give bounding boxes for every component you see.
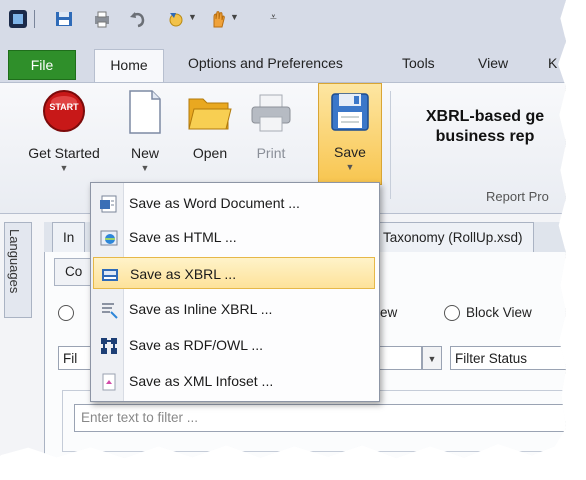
print-icon[interactable] — [92, 9, 112, 29]
subtab-concepts[interactable]: Co — [54, 258, 94, 286]
tab-tools[interactable]: Tools — [394, 48, 443, 78]
refresh-icon[interactable] — [166, 9, 186, 29]
app-icon[interactable] — [8, 9, 28, 29]
save-label: Save — [334, 144, 366, 160]
menu-item-save-as-xbrl[interactable]: Save as XBRL ... — [93, 257, 375, 289]
toolbar-divider — [34, 10, 35, 28]
new-document-icon — [129, 90, 161, 134]
ribbon-group-divider — [390, 91, 391, 199]
get-started-button[interactable]: START Get Started ▼ — [14, 85, 114, 185]
save-button[interactable]: Save ▼ — [318, 83, 382, 185]
doc-tab-info[interactable]: In — [52, 222, 86, 253]
start-badge: START — [49, 102, 79, 112]
block-view-radio[interactable] — [444, 305, 460, 321]
menu-item-label: Save as Word Document ... — [129, 195, 300, 211]
tab-home[interactable]: Home — [94, 49, 164, 82]
new-button[interactable]: New ▼ — [122, 85, 168, 185]
hand-icon[interactable] — [208, 9, 228, 29]
menu-item-save-as-rdf-owl[interactable]: Save as RDF/OWL ... — [93, 329, 375, 361]
print-label: Print — [256, 145, 286, 161]
ribbon-group-label: Report Pro — [486, 189, 549, 204]
xml-infoset-icon — [99, 371, 119, 391]
word-doc-icon — [99, 193, 119, 213]
floppy-disk-icon — [331, 93, 369, 131]
menu-item-label: Save as XBRL ... — [130, 266, 237, 282]
new-label: New — [130, 145, 159, 161]
chevron-down-icon: ▼ — [59, 163, 69, 173]
menu-item-save-as-xml-infoset[interactable]: Save as XML Infoset ... — [93, 365, 375, 397]
tab-view[interactable]: View — [470, 48, 516, 78]
menu-item-label: Save as Inline XBRL ... — [129, 301, 273, 317]
html-icon — [99, 227, 119, 247]
ribbon-heading-line-1: XBRL-based ge — [425, 108, 545, 125]
languages-label: Languages — [7, 229, 22, 294]
tab-truncated[interactable]: K — [540, 48, 565, 78]
chevron-down-icon: ▼ — [345, 162, 355, 172]
quick-access-toolbar: ▼ ▼ ⩡ — [0, 0, 566, 38]
menu-item-save-as-inline-xbrl[interactable]: Save as Inline XBRL ... — [93, 293, 375, 325]
menu-item-save-as-html[interactable]: Save as HTML ... — [93, 221, 375, 253]
customize-icon[interactable]: ⩡ — [270, 10, 277, 25]
menu-item-label: Save as RDF/OWL ... — [129, 337, 264, 353]
menu-item-label: Save as XML Infoset ... — [129, 373, 274, 389]
xbrl-icon — [100, 264, 120, 284]
printer-icon — [251, 94, 291, 132]
ribbon-tab-row: File Home Options and Preferences Tools … — [0, 38, 566, 82]
undo-icon[interactable] — [128, 9, 148, 29]
open-label: Open — [192, 145, 228, 161]
folder-icon — [188, 98, 232, 130]
menu-item-label: Save as HTML ... — [129, 229, 237, 245]
save-dropdown-menu: Save as Word Document ... Save as HTML .… — [90, 182, 380, 402]
menu-item-save-as-word[interactable]: Save as Word Document ... — [93, 187, 375, 219]
languages-side-tab[interactable]: Languages — [4, 222, 32, 318]
tab-file[interactable]: File — [8, 50, 76, 80]
chevron-down-icon[interactable]: ▼ — [188, 12, 197, 22]
ribbon-heading-line-2: business rep — [435, 128, 535, 145]
view-radio-1[interactable] — [58, 305, 74, 321]
inline-xbrl-icon — [99, 299, 119, 319]
application-window: ▼ ▼ ⩡ File Home Options and Preferences … — [0, 0, 566, 459]
save-icon[interactable] — [54, 9, 74, 29]
print-button[interactable]: Print — [246, 85, 296, 185]
chevron-down-icon[interactable]: ▼ — [230, 12, 239, 22]
tab-options-and-preferences[interactable]: Options and Preferences — [180, 48, 351, 78]
view-radio-partial-label: ew — [380, 305, 398, 320]
ribbon-heading: XBRL-based ge business rep — [400, 107, 566, 147]
chevron-down-icon[interactable]: ▼ — [422, 346, 442, 370]
block-view-label: Block View — [466, 305, 532, 320]
open-button[interactable]: Open — [182, 85, 238, 185]
doc-tab-taxonomy[interactable]: Taxonomy (RollUp.xsd) — [372, 222, 534, 253]
rdf-owl-icon — [99, 335, 119, 355]
filter-status-combo[interactable]: Filter Status — [450, 346, 566, 370]
get-started-label: Get Started — [28, 145, 100, 161]
chevron-down-icon: ▼ — [140, 163, 150, 173]
filter-text-input[interactable]: Enter text to filter ... — [74, 404, 566, 432]
